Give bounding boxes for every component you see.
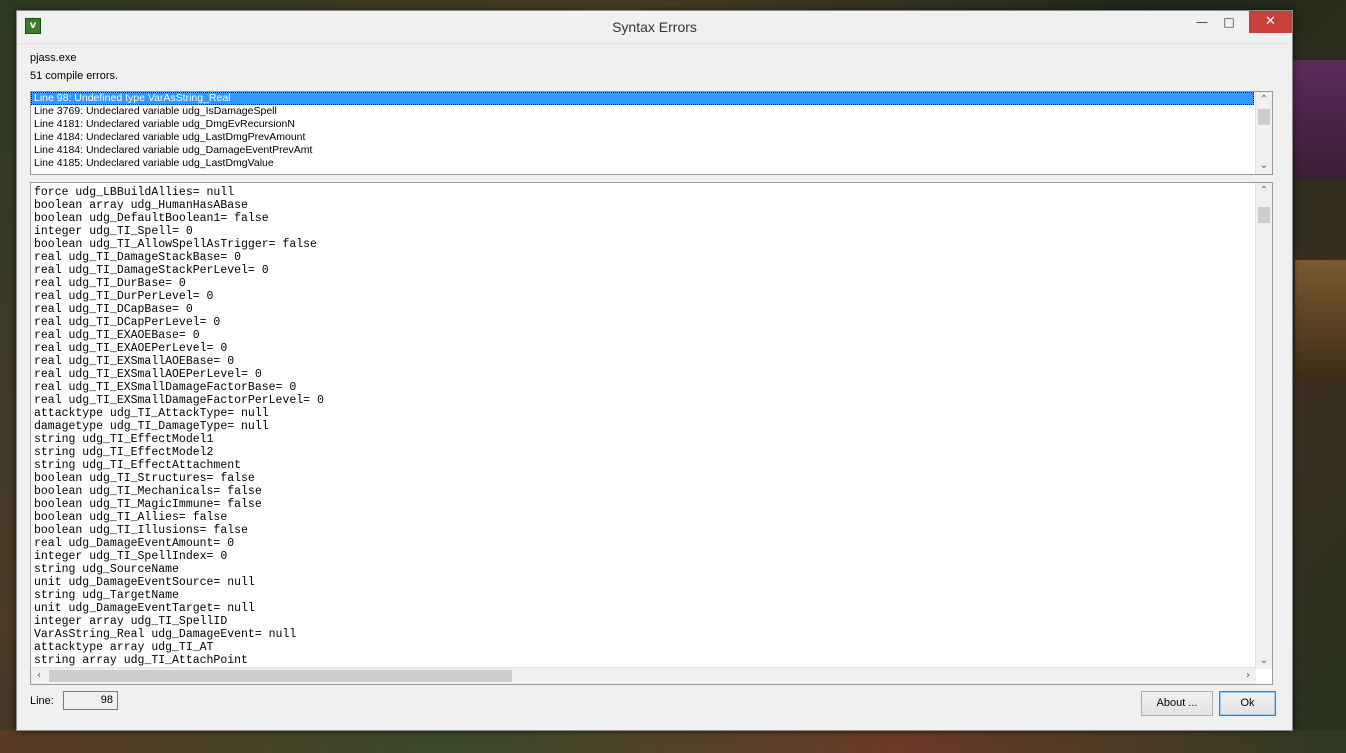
code-line: string udg_TI_EffectModel2 bbox=[34, 446, 214, 459]
scroll-down-icon[interactable]: ⌄ bbox=[1256, 158, 1272, 174]
scroll-down-icon[interactable]: ⌄ bbox=[1256, 653, 1272, 669]
about-button[interactable]: About ... bbox=[1141, 691, 1213, 716]
code-line: real udg_TI_DCapBase= 0 bbox=[34, 303, 193, 316]
code-line: damagetype udg_TI_DamageType= null bbox=[34, 420, 269, 433]
code-line: real udg_TI_DamageStackPerLevel= 0 bbox=[34, 264, 269, 277]
code-line: unit udg_DamageEventTarget= null bbox=[34, 602, 255, 615]
code-line: real udg_TI_EXSmallDamageFactorBase= 0 bbox=[34, 381, 297, 394]
scroll-up-icon[interactable]: ⌃ bbox=[1256, 92, 1272, 108]
code-line: real udg_TI_EXSmallDamageFactorPerLevel=… bbox=[34, 394, 324, 407]
scroll-up-icon[interactable]: ⌃ bbox=[1256, 183, 1272, 199]
error-count: 51 compile errors. bbox=[30, 70, 119, 82]
error-list[interactable]: Line 98: Undefined type VarAsString_Real… bbox=[30, 91, 1273, 175]
scroll-thumb[interactable] bbox=[49, 670, 512, 682]
line-label: Line: bbox=[30, 695, 54, 707]
error-list-items: Line 98: Undefined type VarAsString_Real… bbox=[31, 92, 1272, 170]
scroll-left-icon[interactable]: ‹ bbox=[31, 668, 47, 684]
code-line: string udg_TI_EffectModel1 bbox=[34, 433, 214, 446]
minimize-button[interactable]: — bbox=[1189, 11, 1215, 33]
error-list-item[interactable]: Line 4184: Undeclared variable udg_Damag… bbox=[31, 144, 1254, 157]
error-list-item[interactable]: Line 4184: Undeclared variable udg_LastD… bbox=[31, 131, 1254, 144]
error-list-item[interactable]: Line 98: Undefined type VarAsString_Real bbox=[31, 92, 1254, 105]
code-line: real udg_TI_EXAOEPerLevel= 0 bbox=[34, 342, 228, 355]
code-line: string udg_TargetName bbox=[34, 589, 179, 602]
code-line: unit udg_DamageEventSource= null bbox=[34, 576, 255, 589]
code-line: boolean udg_DefaultBoolean1= false bbox=[34, 212, 269, 225]
source-code-view[interactable]: force udg_LBBuildAllies= null boolean arr… bbox=[30, 182, 1273, 685]
code-line: boolean udg_TI_AllowSpellAsTrigger= fals… bbox=[34, 238, 317, 251]
code-line: real udg_TI_DamageStackBase= 0 bbox=[34, 251, 242, 264]
code-line: real udg_DamageEventAmount= 0 bbox=[34, 537, 235, 550]
title-bar[interactable]: v Syntax Errors — □ ✕ bbox=[17, 11, 1292, 44]
error-list-scrollbar[interactable]: ⌃ ⌄ bbox=[1255, 92, 1272, 174]
syntax-errors-dialog: v Syntax Errors — □ ✕ pjass.exe 51 compi… bbox=[16, 10, 1293, 731]
background-decoration bbox=[1290, 60, 1346, 180]
program-name: pjass.exe bbox=[30, 52, 77, 64]
code-line: boolean array udg_HumanHasABase bbox=[34, 199, 248, 212]
code-line: integer udg_TI_Spell= 0 bbox=[34, 225, 193, 238]
scroll-thumb[interactable] bbox=[1258, 207, 1270, 223]
code-line: string array udg_TI_AttachPoint bbox=[34, 654, 248, 667]
error-list-item[interactable]: Line 4185: Undeclared variable udg_LastD… bbox=[31, 157, 1254, 170]
code-line: attacktype array udg_TI_AT bbox=[34, 641, 214, 654]
ok-button[interactable]: Ok bbox=[1219, 691, 1276, 716]
code-line: boolean udg_TI_MagicImmune= false bbox=[34, 498, 262, 511]
line-number-field: 98 bbox=[63, 691, 118, 710]
code-line: real udg_TI_EXAOEBase= 0 bbox=[34, 329, 200, 342]
scroll-right-icon[interactable]: › bbox=[1240, 668, 1256, 684]
code-line: force udg_LBBuildAllies= null bbox=[34, 186, 235, 199]
code-lines: force udg_LBBuildAllies= null boolean arr… bbox=[31, 183, 1272, 667]
code-line: integer array udg_TI_SpellID bbox=[34, 615, 228, 628]
code-line: real udg_TI_DurPerLevel= 0 bbox=[34, 290, 214, 303]
code-line: boolean udg_TI_Illusions= false bbox=[34, 524, 248, 537]
window-title: Syntax Errors bbox=[612, 19, 697, 35]
code-line: real udg_TI_EXSmallAOEBase= 0 bbox=[34, 355, 235, 368]
code-line: attacktype udg_TI_AttackType= null bbox=[34, 407, 269, 420]
code-line: boolean udg_TI_Mechanicals= false bbox=[34, 485, 262, 498]
code-line: real udg_TI_EXSmallAOEPerLevel= 0 bbox=[34, 368, 262, 381]
code-vertical-scrollbar[interactable]: ⌃ ⌄ bbox=[1255, 183, 1272, 669]
scroll-thumb[interactable] bbox=[1258, 109, 1270, 125]
code-line: string udg_SourceName bbox=[34, 563, 179, 576]
background-decoration bbox=[0, 730, 1346, 753]
code-line: VarAsString_Real udg_DamageEvent= null bbox=[34, 628, 297, 641]
code-line: string udg_TI_EffectAttachment bbox=[34, 459, 242, 472]
code-line: boolean udg_TI_Allies= false bbox=[34, 511, 228, 524]
error-list-item[interactable]: Line 3769: Undeclared variable udg_IsDam… bbox=[31, 105, 1254, 118]
background-decoration bbox=[1295, 260, 1346, 380]
maximize-button[interactable]: □ bbox=[1216, 11, 1242, 33]
close-button[interactable]: ✕ bbox=[1249, 11, 1292, 33]
code-horizontal-scrollbar[interactable]: ‹ › bbox=[31, 667, 1256, 684]
code-line: real udg_TI_DCapPerLevel= 0 bbox=[34, 316, 221, 329]
code-line: real udg_TI_DurBase= 0 bbox=[34, 277, 186, 290]
code-line: boolean udg_TI_Structures= false bbox=[34, 472, 255, 485]
error-list-item[interactable]: Line 4181: Undeclared variable udg_DmgEv… bbox=[31, 118, 1254, 131]
code-line: integer udg_TI_SpellIndex= 0 bbox=[34, 550, 228, 563]
